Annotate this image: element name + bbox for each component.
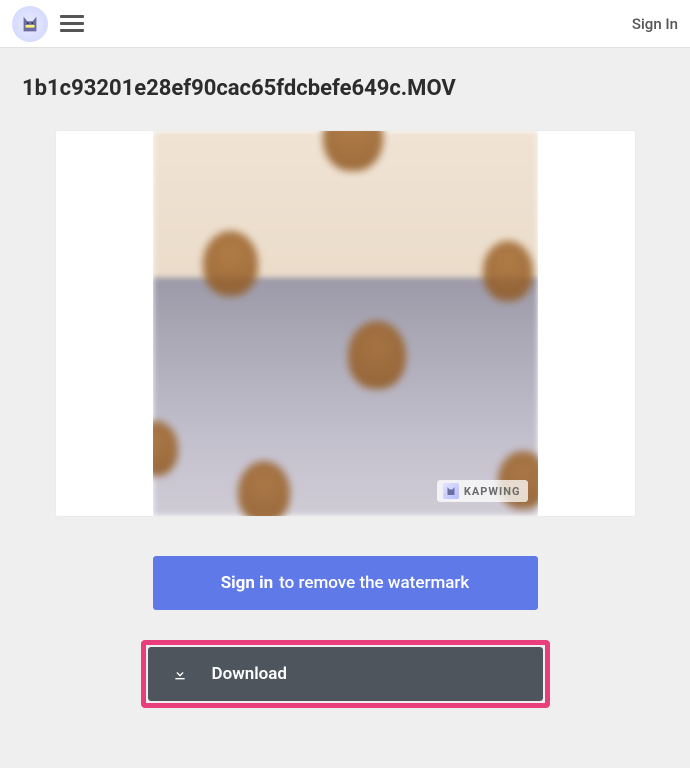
video-preview[interactable]: KAPWING	[153, 131, 538, 516]
video-blur-spot	[203, 231, 258, 296]
navbar: Sign In	[0, 0, 690, 48]
signin-remove-watermark-button[interactable]: Sign in to remove the watermark	[153, 556, 538, 610]
signin-link[interactable]: Sign In	[632, 15, 678, 33]
download-highlight-frame: Download	[141, 640, 550, 708]
video-blur-spot	[238, 461, 290, 516]
download-label: Download	[212, 664, 287, 684]
video-card: KAPWING	[56, 131, 635, 516]
download-button[interactable]: Download	[148, 647, 543, 701]
nav-left	[12, 6, 84, 42]
page-body: 1b1c93201e28ef90cac65fdcbefe649c.MOV KAP…	[0, 48, 690, 768]
watermark-cat-icon	[443, 483, 459, 499]
signin-bold-text: Sign in	[221, 573, 273, 593]
video-background	[153, 131, 538, 516]
logo[interactable]	[12, 6, 48, 42]
watermark-text: KAPWING	[464, 485, 521, 498]
cat-logo-icon	[19, 13, 41, 35]
watermark-badge: KAPWING	[437, 480, 528, 502]
signin-rest-text: to remove the watermark	[279, 573, 469, 593]
menu-icon[interactable]	[60, 12, 84, 36]
page-title: 1b1c93201e28ef90cac65fdcbefe649c.MOV	[22, 76, 668, 101]
video-blur-spot	[483, 241, 533, 301]
download-icon	[172, 666, 188, 682]
video-blur-spot	[348, 321, 406, 389]
